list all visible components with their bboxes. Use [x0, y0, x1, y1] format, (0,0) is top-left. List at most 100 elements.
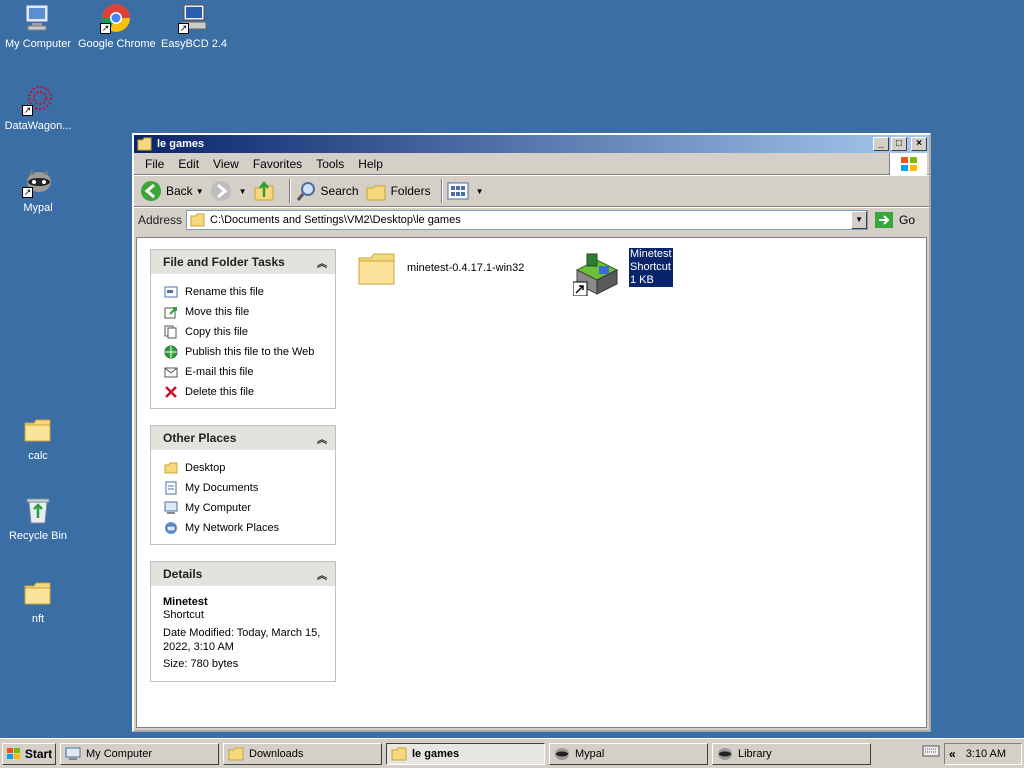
desktop-icon-label: DataWagon...	[4, 120, 72, 132]
tray-expand-chevron-icon[interactable]: «	[949, 747, 956, 761]
forward-button[interactable]: ▼	[210, 180, 247, 202]
place-label: My Computer	[185, 502, 252, 514]
task-pane: File and Folder Tasks ︽ Rename this file…	[150, 249, 336, 698]
desktop-icon-google-chrome[interactable]: ↗ Google Chrome	[78, 2, 156, 50]
folder-icon	[163, 460, 179, 476]
place-my-documents[interactable]: My Documents	[163, 478, 325, 498]
task-label: Mypal	[575, 747, 605, 760]
details-modified-cont: 2022, 3:10 AM	[163, 641, 234, 653]
address-field[interactable]: C:\Documents and Settings\VM2\Desktop\le…	[186, 209, 869, 230]
minimize-button[interactable]: _	[873, 137, 889, 151]
details-panel: Details ︽ Minetest Shortcut Date Modifie…	[150, 561, 336, 682]
clock[interactable]: 3:10 AM	[966, 748, 1006, 760]
my-computer-icon	[22, 2, 54, 34]
back-arrow-icon	[141, 181, 161, 201]
title-bar[interactable]: le games _ □ ×	[134, 135, 929, 153]
details-modified: Date Modified: Today, March 15,	[163, 627, 321, 639]
collapse-chevron-icon[interactable]: ︽	[317, 567, 327, 582]
menu-view[interactable]: View	[206, 157, 246, 171]
desktop-icon-label: Recycle Bin	[8, 530, 68, 542]
move-icon	[163, 304, 179, 320]
folder-icon	[228, 747, 244, 760]
desktop-icon-datawagon[interactable]: ↗ DataWagon...	[0, 84, 76, 132]
panel-title: File and Folder Tasks	[163, 255, 285, 269]
panel-header[interactable]: File and Folder Tasks ︽	[151, 250, 335, 274]
toolbar-separator	[288, 179, 291, 203]
desktop-icon-nft[interactable]: nft	[0, 577, 76, 625]
selected-file-label: Minetest Shortcut 1 KB	[629, 248, 673, 287]
taskbar-item-downloads[interactable]: Downloads	[223, 742, 382, 765]
datawagon-icon: ↗	[22, 84, 54, 116]
menu-help[interactable]: Help	[351, 157, 390, 171]
desktop-icon-label: Google Chrome	[78, 38, 156, 50]
collapse-chevron-icon[interactable]: ︽	[317, 255, 327, 270]
folder-content: File and Folder Tasks ︽ Rename this file…	[136, 237, 927, 728]
views-button[interactable]: ▼	[447, 181, 484, 201]
task-rename[interactable]: Rename this file	[163, 282, 325, 302]
file-name: Minetest	[630, 248, 672, 260]
close-button[interactable]: ×	[911, 137, 927, 151]
start-label: Start	[24, 746, 53, 761]
taskbar-item-mypal[interactable]: Mypal	[549, 742, 708, 765]
shortcut-arrow-icon: ↗	[22, 105, 33, 116]
dropdown-arrow-icon[interactable]: ▼	[196, 187, 204, 196]
recycle-bin-icon	[22, 494, 54, 526]
collapse-chevron-icon[interactable]: ︽	[317, 431, 327, 446]
file-folder-tasks-panel: File and Folder Tasks ︽ Rename this file…	[150, 249, 336, 409]
place-network[interactable]: My Network Places	[163, 518, 325, 538]
up-folder-button[interactable]	[253, 180, 279, 202]
toolbar: Back ▼ ▼ Search Folders ▼	[134, 175, 929, 207]
panel-header[interactable]: Details ︽	[151, 562, 335, 586]
task-label: Copy this file	[185, 326, 248, 338]
menu-favorites[interactable]: Favorites	[246, 157, 309, 171]
folders-label: Folders	[390, 184, 431, 198]
menu-file[interactable]: File	[138, 157, 171, 171]
desktop-icon-easybcd[interactable]: ↗ EasyBCD 2.4	[156, 2, 232, 50]
file-item-folder[interactable]: minetest-0.4.17.1-win32	[357, 248, 524, 288]
file-size: 1 KB	[630, 274, 654, 286]
dropdown-arrow-icon[interactable]: ▼	[476, 187, 484, 196]
details-type: Shortcut	[163, 609, 204, 621]
place-label: Desktop	[185, 462, 226, 474]
go-button[interactable]: Go	[874, 211, 915, 229]
taskbar-item-my-computer[interactable]: My Computer	[60, 742, 219, 765]
desktop-icon-mypal[interactable]: ↗ Mypal	[0, 166, 76, 214]
place-my-computer[interactable]: My Computer	[163, 498, 325, 518]
task-move[interactable]: Move this file	[163, 302, 325, 322]
back-button[interactable]: Back ▼	[140, 180, 204, 202]
menu-edit[interactable]: Edit	[171, 157, 206, 171]
toolbar-separator	[440, 179, 443, 203]
task-publish[interactable]: Publish this file to the Web	[163, 342, 325, 362]
go-label: Go	[899, 212, 916, 227]
task-label: Rename this file	[185, 286, 264, 298]
back-label: Back	[166, 184, 193, 198]
forward-arrow-icon	[210, 181, 231, 201]
task-delete[interactable]: Delete this file	[163, 382, 325, 402]
panel-title: Other Places	[163, 431, 237, 445]
task-copy[interactable]: Copy this file	[163, 322, 325, 342]
window-title: le games	[157, 138, 205, 150]
my-computer-icon	[65, 747, 81, 760]
folder-icon	[391, 747, 407, 760]
panel-header[interactable]: Other Places ︽	[151, 426, 335, 450]
shortcut-arrow-icon: ↗	[22, 187, 33, 198]
desktop-icon-my-computer[interactable]: My Computer	[0, 2, 76, 50]
start-button[interactable]: Start	[2, 742, 56, 765]
task-label: Delete this file	[185, 386, 255, 398]
keyboard-icon[interactable]	[922, 744, 940, 758]
maximize-button[interactable]: □	[891, 137, 907, 151]
taskbar-item-library[interactable]: Library	[712, 742, 871, 765]
desktop-icon-recycle-bin[interactable]: Recycle Bin	[0, 494, 76, 542]
taskbar-item-le-games[interactable]: le games	[386, 742, 545, 765]
task-email[interactable]: E-mail this file	[163, 362, 325, 382]
dropdown-arrow-icon[interactable]: ▼	[239, 187, 247, 196]
desktop-icon-calc[interactable]: calc	[0, 414, 76, 462]
menu-tools[interactable]: Tools	[309, 157, 351, 171]
address-dropdown-icon[interactable]: ▼	[851, 210, 868, 229]
mypal-raccoon-icon	[718, 747, 732, 760]
place-desktop[interactable]: Desktop	[163, 458, 325, 478]
folders-button[interactable]: Folders	[365, 180, 431, 202]
file-item-minetest-shortcut[interactable]: Minetest Shortcut 1 KB	[573, 248, 673, 296]
folder-icon	[190, 213, 205, 226]
search-button[interactable]: Search	[295, 180, 359, 202]
